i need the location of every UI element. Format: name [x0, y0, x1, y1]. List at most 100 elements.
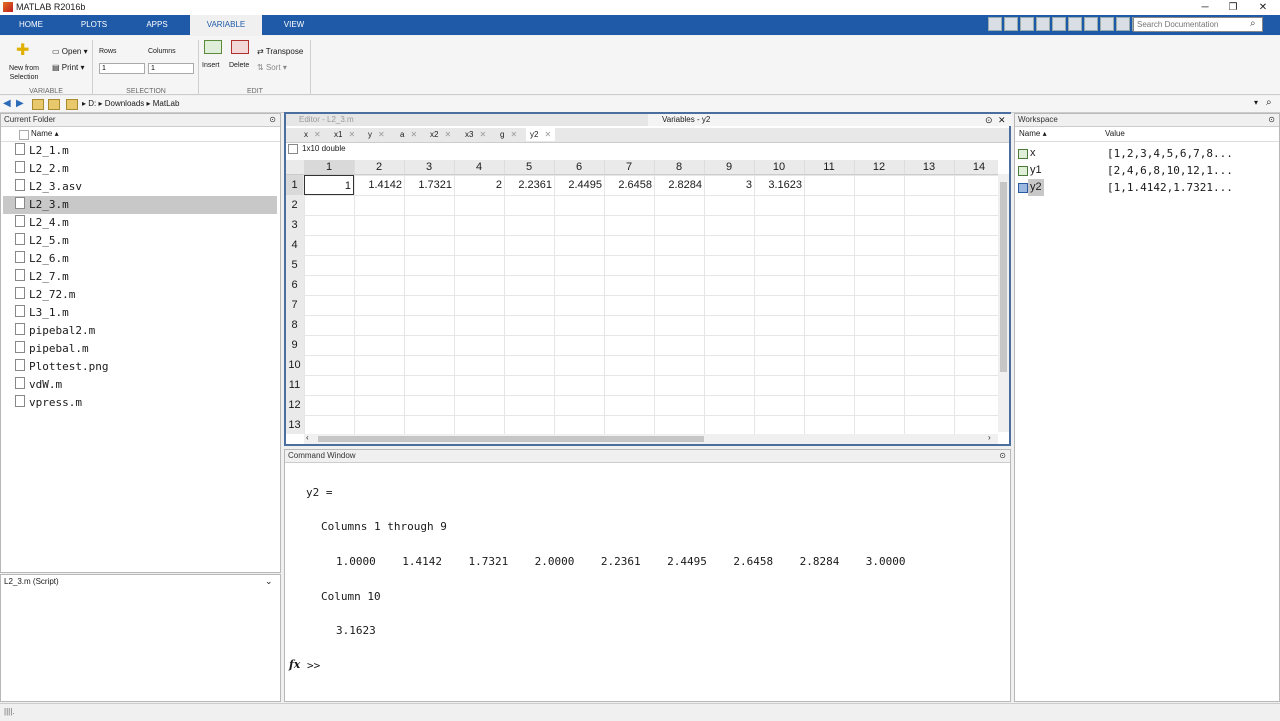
rows-field[interactable] [99, 63, 145, 74]
row-header[interactable]: 7 [286, 295, 303, 315]
file-item[interactable]: L2_72.m [15, 286, 277, 304]
editor-tab[interactable]: Editor - L2_3.m [289, 114, 654, 126]
close-icon[interactable]: ✕ [410, 130, 417, 139]
col-header[interactable]: 6 [554, 160, 605, 174]
file-item[interactable]: pipebal2.m [15, 322, 277, 340]
maximize-button[interactable]: ❐ [1218, 0, 1248, 15]
cell-1-10[interactable]: 3.1623 [754, 175, 804, 195]
file-item[interactable]: L2_1.m [15, 142, 277, 160]
columns-field[interactable] [148, 63, 194, 74]
col-header[interactable]: 7 [604, 160, 655, 174]
file-item[interactable]: vpress.m [15, 394, 277, 412]
row-header[interactable]: 9 [286, 335, 303, 355]
file-item[interactable]: L2_5.m [15, 232, 277, 250]
cell-1-3[interactable]: 1.7321 [404, 175, 454, 195]
tab-variable[interactable]: VARIABLE [190, 15, 262, 36]
breadcrumb-drive[interactable]: D: [88, 99, 96, 108]
scroll-thumb[interactable] [318, 436, 704, 442]
address-dropdown-icon[interactable]: ▾ [1254, 98, 1258, 107]
close-icon[interactable]: ✕ [378, 130, 385, 139]
scroll-thumb[interactable] [1000, 182, 1007, 372]
row-header[interactable]: 8 [286, 315, 303, 335]
save-icon[interactable] [1004, 17, 1018, 31]
close-icon[interactable]: ✕ [444, 130, 451, 139]
col-header[interactable]: 5 [504, 160, 555, 174]
file-item[interactable]: L2_2.m [15, 160, 277, 178]
cell-1-2[interactable]: 1.4142 [354, 175, 404, 195]
search-icon[interactable]: ⌕ [1250, 18, 1256, 29]
new-from-selection-button[interactable]: New from Selection [6, 64, 42, 82]
name-column-header[interactable]: Name ▴ [31, 127, 59, 141]
back-icon[interactable]: ◀ [3, 98, 11, 109]
cell-1-4[interactable]: 2 [454, 175, 504, 195]
row-header[interactable]: 3 [286, 215, 303, 235]
cell-1-5[interactable]: 2.2361 [504, 175, 554, 195]
panel-actions-icon[interactable]: ⊙ [1268, 114, 1275, 126]
file-item[interactable]: pipebal.m [15, 340, 277, 358]
insert-button[interactable]: Insert [202, 62, 220, 69]
tab-x1[interactable]: x1 ✕ [330, 128, 359, 141]
row-header[interactable]: 4 [286, 235, 303, 255]
close-icon[interactable]: ✕ [314, 130, 321, 139]
file-item[interactable]: L3_1.m [15, 304, 277, 322]
panel-actions-icon[interactable]: ⊙ [269, 114, 276, 126]
browse-folder-icon[interactable] [48, 99, 60, 110]
file-item[interactable]: L2_6.m [15, 250, 277, 268]
col-header[interactable]: 3 [404, 160, 455, 174]
tab-plots[interactable]: PLOTS [72, 15, 116, 35]
up-folder-icon[interactable] [32, 99, 44, 110]
cell-1-8[interactable]: 2.8284 [654, 175, 704, 195]
value-column-header[interactable]: Value [1105, 127, 1125, 141]
file-item[interactable]: L2_3.asv [15, 178, 277, 196]
row-header[interactable]: 1 [286, 175, 303, 195]
tab-y2[interactable]: y2 ✕ [526, 128, 556, 141]
row-header[interactable]: 12 [286, 395, 303, 415]
file-item-selected[interactable]: L2_3.m [3, 196, 277, 214]
tab-apps[interactable]: APPS [136, 15, 178, 35]
redo-icon[interactable] [1084, 17, 1098, 31]
transpose-button[interactable]: ⇄ Transpose [257, 47, 303, 56]
function-browser-icon[interactable]: fx [289, 658, 300, 671]
command-prompt[interactable]: >> [307, 659, 320, 672]
col-header[interactable]: 4 [454, 160, 505, 174]
close-icon[interactable]: ✕ [544, 130, 551, 139]
cell-1-1[interactable]: 1 [304, 175, 354, 195]
tab-home[interactable]: HOME [10, 15, 52, 35]
workspace-variable-row-selected[interactable]: y2 [1,1.4142,1.7321... [1017, 179, 1275, 196]
file-item[interactable]: vdW.m [15, 376, 277, 394]
tab-view[interactable]: VIEW [272, 15, 316, 35]
col-header[interactable]: 14 [954, 160, 998, 174]
command-window[interactable]: Command Window ⊙ y2 = Columns 1 through … [284, 449, 1011, 702]
scroll-right-icon[interactable]: › [988, 433, 991, 442]
tab-a[interactable]: a ✕ [396, 128, 421, 141]
breadcrumb-matlab[interactable]: MatLab [153, 99, 180, 108]
tab-x3[interactable]: x3 ✕ [461, 128, 490, 141]
minimize-button[interactable]: ─ [1190, 0, 1220, 15]
horizontal-scrollbar[interactable]: ‹ › [304, 433, 998, 444]
close-icon[interactable]: ✕ [348, 130, 355, 139]
variables-tab[interactable]: Variables - y2 [648, 114, 1012, 126]
col-header[interactable]: 1 [304, 160, 355, 174]
panel-actions-icon[interactable]: ⊙ [999, 450, 1006, 462]
panel-actions-icon[interactable]: ⊙ [985, 114, 993, 126]
tab-x2[interactable]: x2 ✕ [426, 128, 455, 141]
scroll-left-icon[interactable]: ‹ [306, 433, 309, 442]
row-header[interactable]: 11 [286, 375, 303, 395]
layout-icon[interactable] [988, 17, 1002, 31]
row-header[interactable]: 2 [286, 195, 303, 215]
col-header[interactable]: 13 [904, 160, 955, 174]
breadcrumb-downloads[interactable]: Downloads [105, 99, 145, 108]
copy-icon[interactable] [1036, 17, 1050, 31]
name-column-header[interactable]: Name ▴ [1019, 127, 1047, 141]
close-icon[interactable]: ✕ [510, 130, 517, 139]
chevron-down-icon[interactable]: ⌄ [265, 576, 273, 587]
tab-g[interactable]: g ✕ [496, 128, 521, 141]
tab-x[interactable]: x ✕ [300, 128, 325, 141]
open-button[interactable]: ▭ Open ▾ [52, 47, 88, 56]
switch-windows-icon[interactable] [1100, 17, 1114, 31]
cell-1-9[interactable]: 3 [704, 175, 754, 195]
col-header[interactable]: 12 [854, 160, 905, 174]
search-folder-icon[interactable]: ⌕ [1266, 97, 1272, 108]
tab-y[interactable]: y ✕ [364, 128, 389, 141]
col-header[interactable]: 2 [354, 160, 405, 174]
